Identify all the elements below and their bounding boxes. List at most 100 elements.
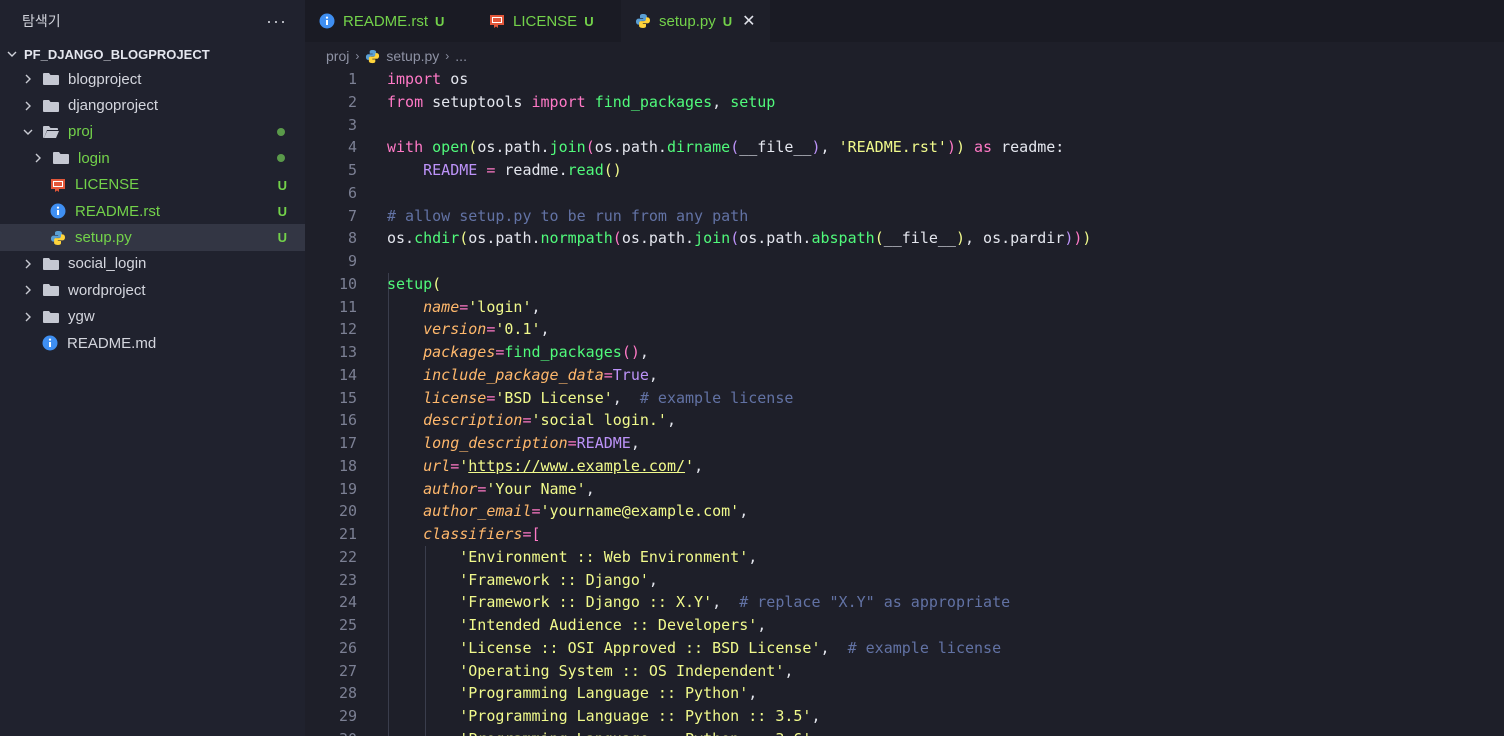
line-number: 19 [338,479,357,498]
line-number: 5 [347,161,357,179]
line-number: 7 [347,206,357,225]
folder-item-ygw[interactable]: ygw [0,304,305,330]
tree-item-label: wordproject [68,281,146,299]
breadcrumb: proj › setup.py › ... [326,44,467,68]
editor-tabs: README.rst U LICENSE Usetup.py U ✕ [305,0,1504,42]
code-text: 'Framework :: Django :: X.Y', # replace … [459,593,1011,612]
code-text: 'Intended Audience :: Developers', [459,616,767,634]
line-number: 17 [338,434,357,452]
line-number: 15 [338,388,357,407]
chevron-right-icon [22,73,34,85]
project-name: PF_DJANGO_BLOGPROJECT [24,46,210,62]
file-item-setup-py[interactable]: setup.py U [0,224,305,251]
more-actions-icon[interactable]: ··· [266,11,287,32]
code-text: 'Environment :: Web Environment', [459,547,758,566]
line-number: 25 [338,616,357,634]
code-text: name='login', [423,297,541,316]
file-item-readme-md[interactable]: README.md [0,330,305,356]
code-text: include_package_data=True, [423,365,658,384]
tab-setup-py[interactable]: setup.py U ✕ [621,0,770,42]
close-icon[interactable]: ✕ [742,11,755,31]
tree-item-label: social_login [68,255,147,273]
folder-icon [42,283,60,297]
code-text: author='Your Name', [423,479,595,498]
code-text: packages=find_packages(), [423,343,649,361]
tab-license[interactable]: LICENSE U [475,0,621,42]
line-number: 28 [338,684,357,703]
untracked-badge: U [277,230,287,246]
chevron-right-icon [22,258,34,270]
line-number: 27 [338,661,357,680]
code-line: 28 'Programming Language :: Python', [305,682,1504,705]
info-icon [319,13,335,29]
breadcrumb-folder[interactable]: proj [326,48,349,64]
chevron-right-icon: › [445,49,450,63]
tab-readme-rst[interactable]: README.rst U [305,0,475,42]
tree-item-label: blogproject [68,70,142,88]
line-number: 24 [338,593,357,612]
code-text: license='BSD License', # example license [423,388,794,407]
line-number: 23 [338,570,357,589]
folder-item-social-login[interactable]: social_login [0,251,305,277]
line-number: 20 [338,502,357,521]
breadcrumb-more[interactable]: ... [455,48,467,64]
code-text: url='https://www.example.com/', [423,456,704,475]
info-icon [42,335,58,351]
line-number: 8 [347,229,357,248]
code-line: 30 'Programming Language :: Python :: 3.… [305,728,1504,736]
code-line: 14 include_package_data=True, [305,364,1504,387]
code-text: 'Programming Language :: Python :: 3.6', [387,728,820,736]
file-item-readme-rst[interactable]: README.rst U [0,198,305,224]
folder-item-djangoproject[interactable]: djangoproject [0,92,305,118]
folder-icon [42,99,60,113]
code-text: 'Framework :: Django', [459,570,658,589]
code-line: 23 'Framework :: Django', [305,569,1504,592]
code-text: 'License :: OSI Approved :: BSD License'… [459,638,1002,657]
tree-item-label: LICENSE [75,176,140,194]
code-line: 19 author='Your Name', [305,478,1504,501]
folder-icon [42,72,60,86]
explorer-header: 탐색기 ··· [0,0,305,42]
code-line: 3 [305,114,1504,137]
line-number: 6 [347,183,357,202]
line-number: 21 [338,525,357,543]
line-number: 11 [338,297,357,316]
code-editor[interactable]: 1 import os 2 from setuptools import find_p… [305,68,1504,736]
file-item-license[interactable]: LICENSE U [0,172,305,198]
code-text: version='0.1', [423,320,550,339]
line-number: 18 [338,456,357,475]
line-number: 4 [347,138,357,157]
code-text: # allow setup.py to be run from any path [387,206,749,225]
code-text: 'Programming Language :: Python', [459,684,758,703]
line-number: 10 [338,274,357,293]
line-number: 2 [347,92,357,111]
project-root[interactable]: PF_DJANGO_BLOGPROJECT [0,42,305,66]
code-line: 10 setup( [305,273,1504,296]
folder-item-proj[interactable]: proj [0,119,305,145]
explorer-title: 탐색기 [22,13,61,29]
code-text: with open(os.path.join(os.path.dirname(_… [387,138,1065,157]
code-line: 5 README = readme.read() [305,159,1504,182]
code-line: 17 long_description=README, [305,432,1504,455]
code-line: 16 description='social login.', [305,409,1504,432]
line-number: 22 [338,547,357,566]
python-icon [365,49,380,64]
chevron-right-icon [22,100,34,112]
code-text: author_email='yourname@example.com', [423,502,749,521]
code-line: 21 classifiers=[ [305,523,1504,546]
tab-label: README.rst [343,12,429,30]
folder-item-login[interactable]: login [0,145,305,171]
breadcrumb-file[interactable]: setup.py [386,48,439,64]
folder-item-blogproject[interactable]: blogproject [0,66,305,92]
explorer-sidebar: 탐색기 ··· PF_DJANGO_BLOGPROJECT blogprojec… [0,0,305,736]
folder-item-wordproject[interactable]: wordproject [0,277,305,303]
license-icon [50,177,66,193]
line-number: 1 [347,70,357,88]
untracked-badge: U [277,177,287,193]
code-line: 27 'Operating System :: OS Independent', [305,660,1504,683]
line-number: 30 [305,728,357,736]
code-text: import os [387,70,469,88]
folder-open-icon [42,125,60,139]
chevron-right-icon [22,311,34,323]
code-text: setup( [387,274,442,293]
